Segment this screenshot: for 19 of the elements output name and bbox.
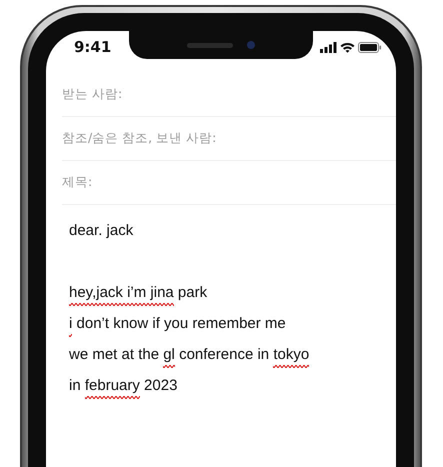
- status-time: 9:41: [74, 38, 112, 56]
- field-label[interactable]: 제목:: [62, 174, 92, 191]
- body-text: we met at the: [69, 346, 160, 366]
- misspelled-text: february: [84, 377, 140, 400]
- battery-icon: [358, 42, 382, 52]
- misspelled-text: i: [69, 315, 72, 338]
- body-text: don’t know if you remember me: [76, 315, 286, 334]
- misspelled-text: hey,jack i’m jina: [69, 284, 174, 306]
- signal-icon: [320, 42, 337, 52]
- body-text: in: [69, 377, 82, 396]
- field-label[interactable]: 받는 사람:: [62, 86, 122, 103]
- body-text: 2023: [143, 377, 178, 396]
- body-text: conference in: [178, 346, 270, 366]
- body-text: park: [176, 284, 208, 304]
- body-text: dear. jack: [69, 222, 134, 242]
- field-label[interactable]: 참조/숨은 참조, 보낸 사람:: [62, 130, 216, 147]
- wifi-icon: [340, 42, 355, 52]
- misspelled-text: gl: [163, 346, 175, 368]
- misspelled-text: tokyo: [273, 346, 310, 368]
